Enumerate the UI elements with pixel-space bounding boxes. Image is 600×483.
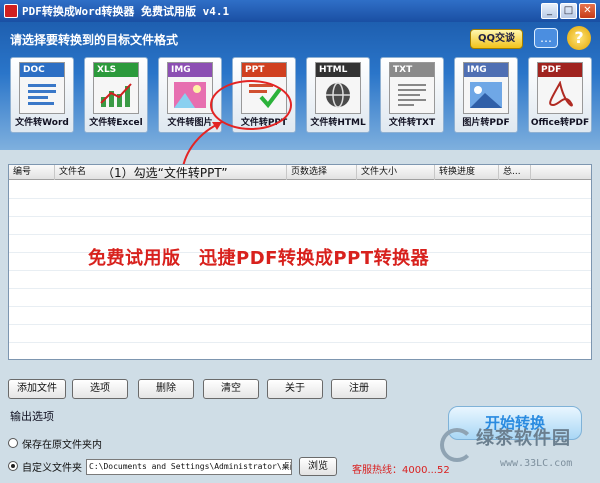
tool-label: 图片转PDF (462, 118, 510, 128)
watermark-url: www.33LC.com (500, 458, 573, 469)
pdf-file-icon: PDF (537, 62, 583, 114)
browse-button[interactable]: 浏览 (299, 457, 337, 476)
txt-file-icon: TXT (389, 62, 435, 114)
custom-folder-label: 自定义文件夹 (22, 463, 82, 474)
tool-tag: IMG (464, 63, 508, 77)
app-icon (4, 4, 18, 18)
tool-label: 文件转Excel (89, 118, 143, 128)
table-row (9, 307, 591, 325)
save-original-label: 保存在原文件夹内 (22, 440, 102, 451)
doc-file-icon: DOC (19, 62, 65, 114)
step-annotation: （1）勾选“文件转PPT” (102, 166, 228, 180)
tool-tag: TXT (390, 63, 434, 77)
save-original-radio[interactable] (8, 438, 18, 448)
tool-office-to-pdf[interactable]: PDF Office转PDF (528, 57, 592, 133)
window-controls: _ □ ✕ (541, 3, 596, 19)
tool-file-to-txt[interactable]: TXT 文件转TXT (380, 57, 444, 133)
options-button[interactable]: 选项 (72, 379, 128, 399)
delete-button[interactable]: 删除 (138, 379, 194, 399)
tool-tag: HTML (316, 63, 360, 77)
tool-tag: PPT (242, 63, 286, 77)
tool-tag: DOC (20, 63, 64, 77)
promo-banner: 免费试用版 迅捷PDF转换成PPT转换器 (88, 248, 430, 269)
tool-label: 文件转HTML (310, 118, 366, 128)
output-options-label: 输出选项 (10, 410, 54, 423)
table-header: 编号 文件名 页数选择 文件大小 转换进度 总... (9, 165, 591, 180)
add-file-button[interactable]: 添加文件 (8, 379, 66, 399)
output-path-input[interactable]: C:\Documents and Settings\Administrator\… (86, 459, 292, 475)
clear-button[interactable]: 清空 (203, 379, 259, 399)
site-watermark: 绿茶软件园 www.33LC.com (436, 422, 600, 482)
html-file-icon: HTML (315, 62, 361, 114)
img-file-icon: IMG (167, 62, 213, 114)
tool-tag: XLS (94, 63, 138, 77)
tool-image-to-pdf[interactable]: IMG 图片转PDF (454, 57, 518, 133)
chat-bubble-icon[interactable]: … (534, 28, 558, 48)
minimize-button[interactable]: _ (541, 3, 558, 19)
register-button[interactable]: 注册 (331, 379, 387, 399)
format-header: 请选择要转换到的目标文件格式 QQ交谈 … ? DOC 文件转Word XLS … (0, 22, 600, 150)
column-header[interactable]: 编号 (9, 165, 55, 180)
tool-file-to-word[interactable]: DOC 文件转Word (10, 57, 74, 133)
help-icon[interactable]: ? (567, 26, 591, 50)
about-button[interactable]: 关于 (267, 379, 323, 399)
title-bar: PDF转换成Word转换器 免费试用版 v4.1 _ □ ✕ (0, 0, 600, 22)
tool-label: 文件转TXT (388, 118, 436, 128)
tool-tag: PDF (538, 63, 582, 77)
tool-label: 文件转图片 (167, 118, 213, 128)
xls-file-icon: XLS (93, 62, 139, 114)
window-title: PDF转换成Word转换器 免费试用版 v4.1 (22, 5, 230, 18)
column-header[interactable]: 文件大小 (357, 165, 435, 180)
tool-label: Office转PDF (530, 118, 590, 128)
custom-folder-radio[interactable] (8, 461, 18, 471)
table-row (9, 289, 591, 307)
tool-label: 文件转Word (15, 118, 69, 128)
column-header[interactable]: 总... (499, 165, 531, 180)
watermark-name: 绿茶软件园 (476, 428, 571, 449)
tool-file-to-excel[interactable]: XLS 文件转Excel (84, 57, 148, 133)
tool-file-to-html[interactable]: HTML 文件转HTML (306, 57, 370, 133)
image-file-icon: IMG (463, 62, 509, 114)
table-row (9, 217, 591, 235)
table-row (9, 199, 591, 217)
tool-tag: IMG (168, 63, 212, 77)
table-row (9, 181, 591, 199)
qq-chat-button[interactable]: QQ交谈 (470, 29, 523, 49)
format-hint: 请选择要转换到的目标文件格式 (10, 33, 179, 47)
table-row (9, 271, 591, 289)
table-row (9, 325, 591, 343)
swirl-logo-icon (440, 428, 474, 462)
highlight-circle (210, 80, 292, 130)
maximize-button[interactable]: □ (560, 3, 577, 19)
close-button[interactable]: ✕ (579, 3, 596, 19)
column-header[interactable]: 转换进度 (435, 165, 499, 180)
column-header[interactable]: 页数选择 (287, 165, 357, 180)
